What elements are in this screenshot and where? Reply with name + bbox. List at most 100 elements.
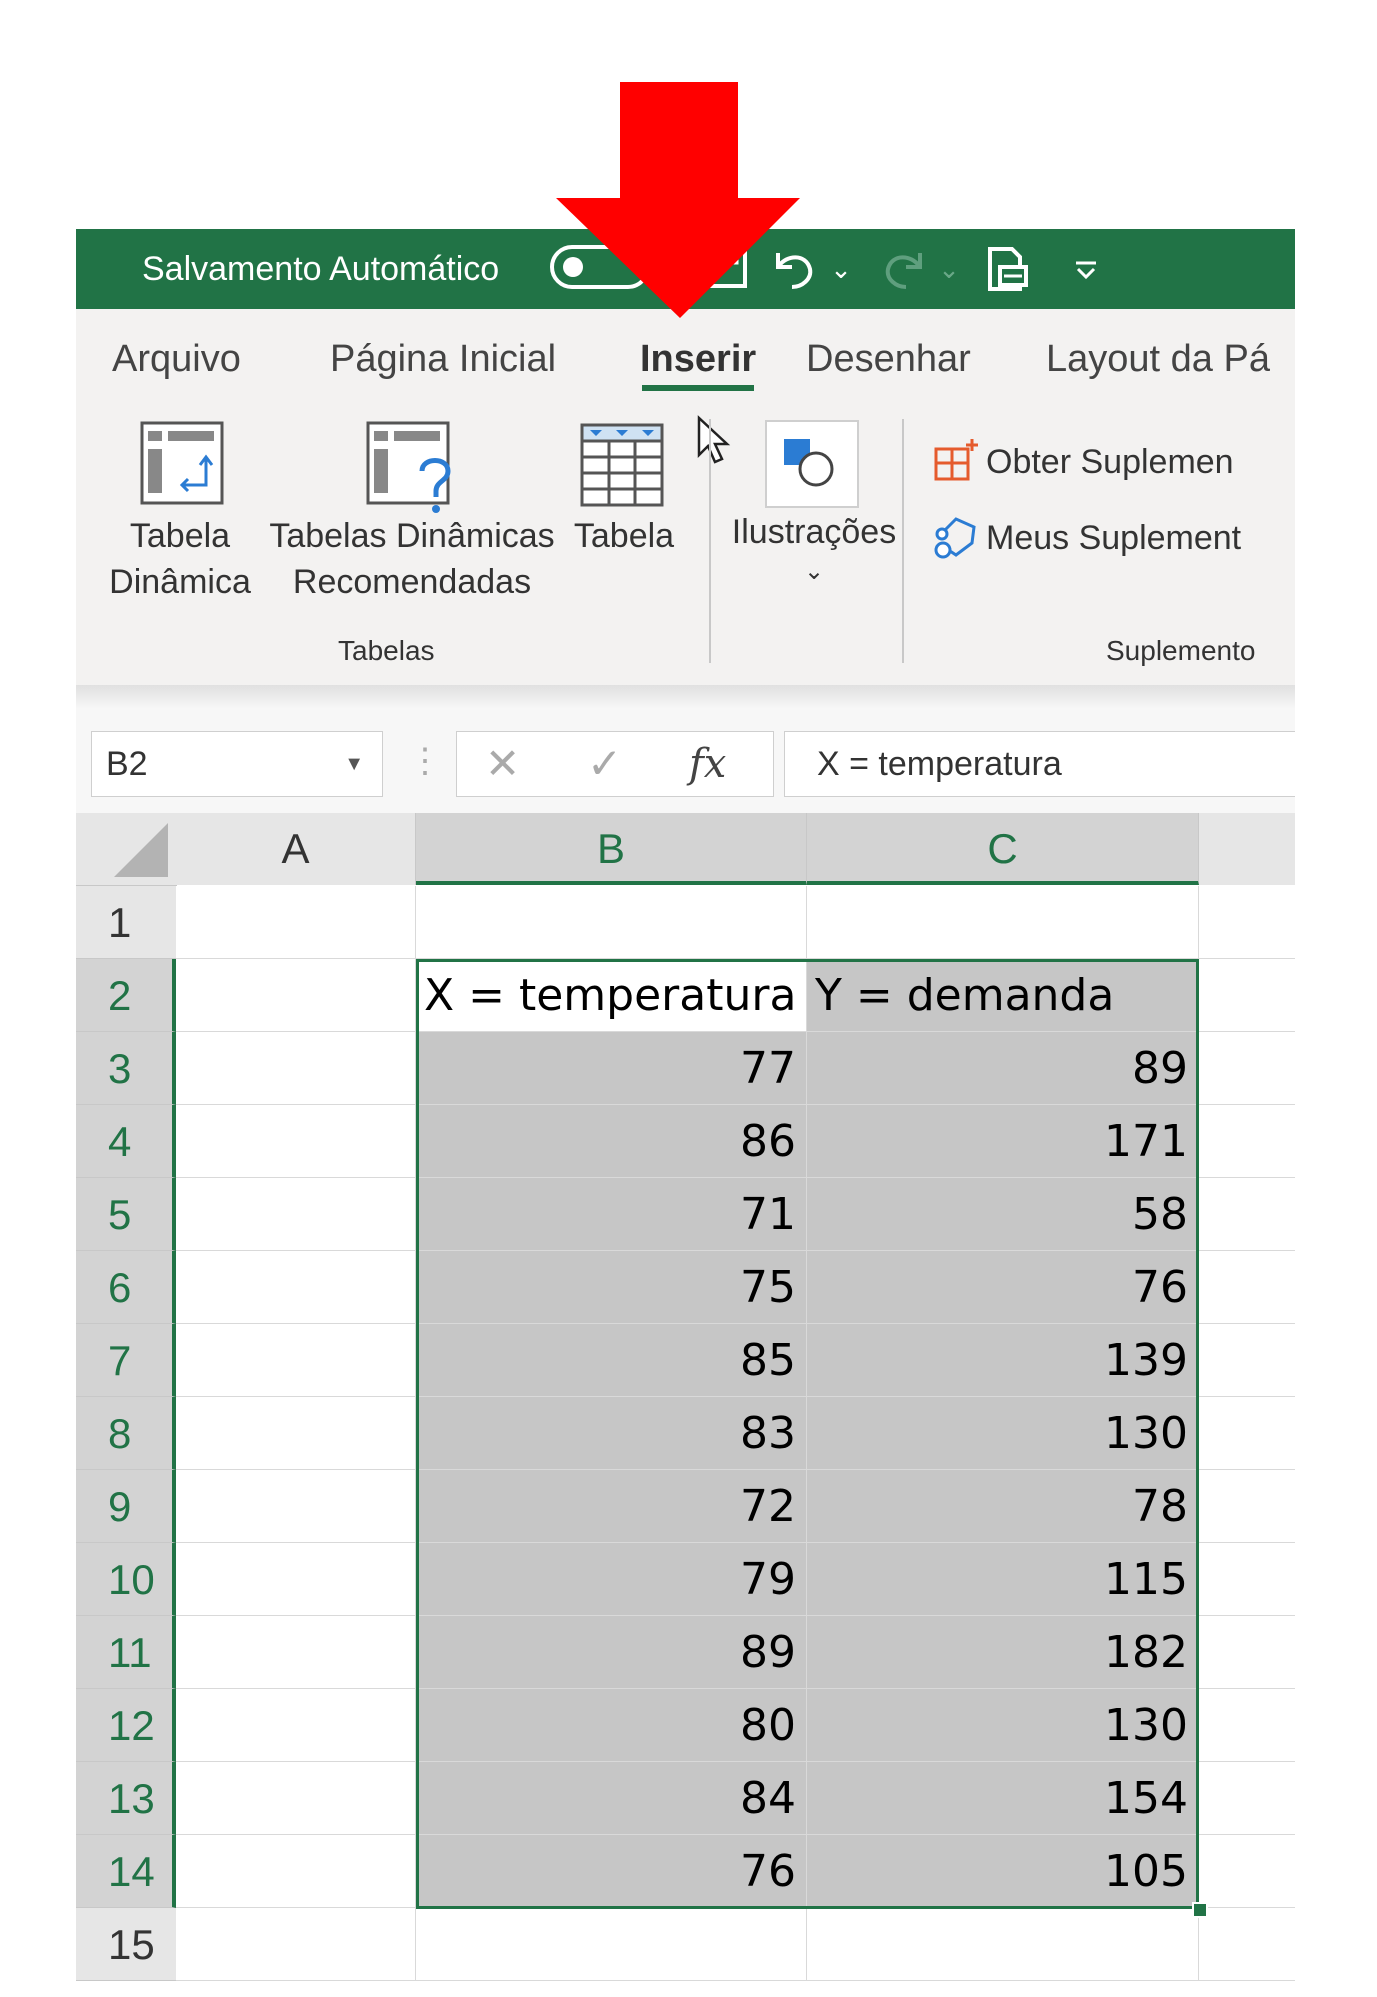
- cell-d[interactable]: [1199, 1835, 1295, 1908]
- cell-a[interactable]: [176, 1470, 416, 1543]
- cell-d[interactable]: [1199, 1543, 1295, 1616]
- get-addins-icon[interactable]: [932, 437, 980, 490]
- cell-d[interactable]: [1199, 1908, 1295, 1981]
- pivot-table-icon[interactable]: [138, 419, 226, 512]
- cell-a[interactable]: [176, 959, 416, 1032]
- cell-a[interactable]: [176, 1908, 416, 1981]
- table-icon[interactable]: [578, 421, 666, 514]
- cell-a[interactable]: [176, 1178, 416, 1251]
- cell-x-value[interactable]: 89: [416, 1616, 807, 1689]
- cell-y-value[interactable]: 130: [807, 1689, 1199, 1762]
- cell-x-value[interactable]: 86: [416, 1105, 807, 1178]
- illustrations-dropdown-icon[interactable]: ⌄: [794, 549, 834, 595]
- cell-y-value[interactable]: 139: [807, 1324, 1199, 1397]
- formula-bar-grip-icon[interactable]: ⋮: [408, 731, 442, 797]
- row-header[interactable]: 8: [76, 1397, 176, 1470]
- cell-d[interactable]: [1199, 1178, 1295, 1251]
- cell-a[interactable]: [176, 1251, 416, 1324]
- row-header[interactable]: 14: [76, 1835, 176, 1908]
- cell-x-value[interactable]: 72: [416, 1470, 807, 1543]
- cell-y-value[interactable]: 89: [807, 1032, 1199, 1105]
- tab-desenhar[interactable]: Desenhar: [806, 309, 971, 409]
- name-box[interactable]: B2 ▼: [91, 731, 383, 797]
- cell-d[interactable]: [1199, 1616, 1295, 1689]
- tab-layout-da-pagina[interactable]: Layout da Pá: [1046, 309, 1270, 409]
- cell-d[interactable]: [1199, 1470, 1295, 1543]
- illustrations-icon[interactable]: [764, 419, 860, 514]
- cell-y-value[interactable]: 76: [807, 1251, 1199, 1324]
- enter-check-icon[interactable]: ✓: [587, 732, 622, 796]
- cell-b[interactable]: [416, 1908, 807, 1981]
- cell-a[interactable]: [176, 1324, 416, 1397]
- cell-x-value[interactable]: 84: [416, 1762, 807, 1835]
- name-box-dropdown-icon[interactable]: ▼: [344, 732, 364, 796]
- cell-y-value[interactable]: 130: [807, 1397, 1199, 1470]
- cell-a[interactable]: [176, 1543, 416, 1616]
- cell-a[interactable]: [176, 1835, 416, 1908]
- fill-handle[interactable]: [1192, 1902, 1208, 1918]
- pivot-table-button[interactable]: Tabela Dinâmica: [100, 513, 260, 605]
- row-header[interactable]: 4: [76, 1105, 176, 1178]
- column-header-c[interactable]: C: [807, 813, 1199, 885]
- cell-y-value[interactable]: 171: [807, 1105, 1199, 1178]
- cell-x-value[interactable]: 71: [416, 1178, 807, 1251]
- cell-x-value[interactable]: 77: [416, 1032, 807, 1105]
- recommended-pivot-icon[interactable]: [364, 419, 464, 524]
- cell-y-value[interactable]: 115: [807, 1543, 1199, 1616]
- column-header-d[interactable]: D: [1199, 813, 1295, 885]
- insert-function-icon[interactable]: fx: [689, 732, 726, 796]
- cell-y-value[interactable]: 182: [807, 1616, 1199, 1689]
- cell-x-value[interactable]: 76: [416, 1835, 807, 1908]
- cell-x-header[interactable]: X = temperatura: [416, 959, 807, 1032]
- cell-x-value[interactable]: 79: [416, 1543, 807, 1616]
- tab-pagina-inicial[interactable]: Página Inicial: [330, 309, 556, 409]
- cell-d[interactable]: [1199, 1324, 1295, 1397]
- row-header[interactable]: 12: [76, 1689, 176, 1762]
- row-header[interactable]: 9: [76, 1470, 176, 1543]
- my-addins-button[interactable]: Meus Suplement: [986, 515, 1241, 561]
- column-header-b[interactable]: B: [416, 813, 807, 885]
- cell-x-value[interactable]: 83: [416, 1397, 807, 1470]
- cell-y-value[interactable]: 78: [807, 1470, 1199, 1543]
- row-header[interactable]: 6: [76, 1251, 176, 1324]
- cell-x-value[interactable]: 80: [416, 1689, 807, 1762]
- cell-a[interactable]: [176, 1105, 416, 1178]
- cell-y-value[interactable]: 154: [807, 1762, 1199, 1835]
- cell-d[interactable]: [1199, 1689, 1295, 1762]
- row-header[interactable]: 5: [76, 1178, 176, 1251]
- cell-y-value[interactable]: 105: [807, 1835, 1199, 1908]
- row-header[interactable]: 10: [76, 1543, 176, 1616]
- cell-d[interactable]: [1199, 1105, 1295, 1178]
- cell-d[interactable]: [1199, 1762, 1295, 1835]
- cell-a[interactable]: [176, 886, 416, 959]
- table-button[interactable]: Tabela: [564, 513, 684, 559]
- row-header[interactable]: 11: [76, 1616, 176, 1689]
- cancel-icon[interactable]: ✕: [485, 732, 520, 796]
- row-header[interactable]: 3: [76, 1032, 176, 1105]
- cell-a[interactable]: [176, 1032, 416, 1105]
- cell-d[interactable]: [1199, 959, 1295, 1032]
- cell-x-value[interactable]: 85: [416, 1324, 807, 1397]
- tab-inserir[interactable]: Inserir: [640, 309, 756, 409]
- cell-b[interactable]: [416, 886, 807, 959]
- cell-c[interactable]: [807, 886, 1199, 959]
- cell-a[interactable]: [176, 1689, 416, 1762]
- cell-a[interactable]: [176, 1397, 416, 1470]
- row-header[interactable]: 2: [76, 959, 176, 1032]
- cell-y-header[interactable]: Y = demanda: [807, 959, 1199, 1032]
- recommended-pivot-button[interactable]: Tabelas Dinâmicas Recomendadas: [262, 513, 562, 605]
- column-header-a[interactable]: A: [176, 813, 416, 885]
- cell-a[interactable]: [176, 1616, 416, 1689]
- my-addins-icon[interactable]: [932, 513, 980, 566]
- cell-d[interactable]: [1199, 886, 1295, 959]
- get-addins-button[interactable]: Obter Suplemen: [986, 439, 1234, 485]
- row-header[interactable]: 15: [76, 1908, 176, 1981]
- cell-d[interactable]: [1199, 1397, 1295, 1470]
- row-header[interactable]: 1: [76, 886, 176, 959]
- formula-input[interactable]: X = temperatura: [784, 731, 1295, 797]
- cell-d[interactable]: [1199, 1032, 1295, 1105]
- cell-c[interactable]: [807, 1908, 1199, 1981]
- cell-a[interactable]: [176, 1762, 416, 1835]
- cell-x-value[interactable]: 75: [416, 1251, 807, 1324]
- row-header[interactable]: 7: [76, 1324, 176, 1397]
